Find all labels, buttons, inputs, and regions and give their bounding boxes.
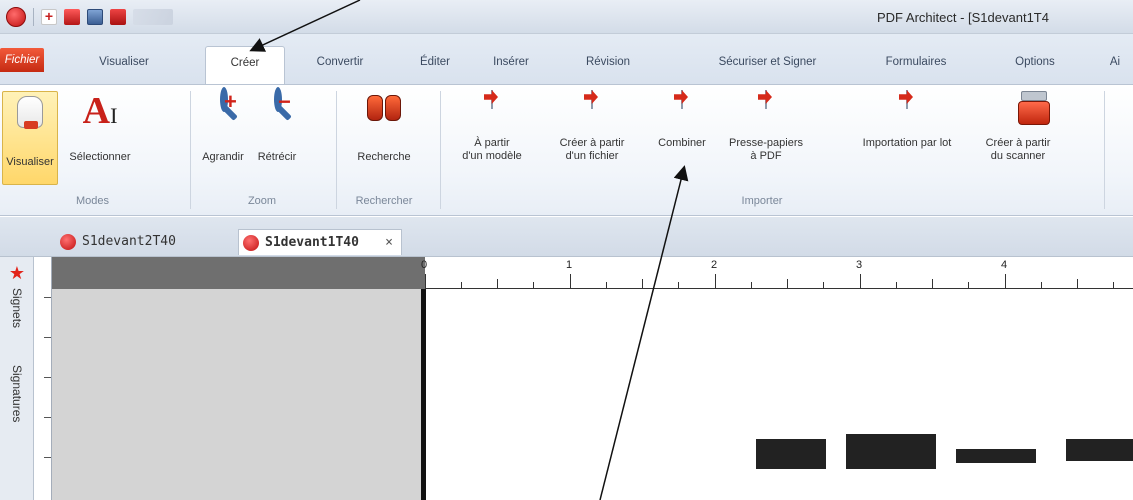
tab-fichier[interactable]: Fichier (0, 48, 44, 72)
ruler-mark: 0 (421, 259, 428, 271)
group-label-rechercher: Rechercher (355, 195, 413, 207)
group-label-importer: Importer (741, 195, 783, 207)
save-icon[interactable] (87, 9, 103, 25)
visualiser-button[interactable]: Visualiser (2, 91, 58, 185)
ruler-mark: 4 (1001, 259, 1008, 271)
retrecir-button-label: Rétrécir (257, 151, 297, 163)
document-tab-s1devant1t40[interactable]: S1devant1T40 × (238, 229, 402, 255)
from-file-button[interactable]: Créer à partir d'un fichier (540, 90, 644, 185)
from-template-button[interactable]: À partir d'un modèle (448, 90, 536, 185)
app-logo-icon[interactable] (6, 7, 26, 27)
side-panel: ★ Signets Signatures (0, 257, 34, 500)
zoom-out-icon: − (257, 87, 297, 131)
batch-import-button-label: Importation par lot (862, 137, 952, 149)
group-separator (1104, 91, 1105, 209)
quick-access-toolbar: + (6, 7, 173, 27)
from-file-button-label: Créer à partir d'un fichier (559, 137, 625, 162)
horizontal-ruler: 0 1 2 3 4 (421, 257, 1133, 289)
tab-formulaires[interactable]: Formulaires (870, 46, 962, 78)
batch-import-icon (887, 90, 927, 131)
batch-import-button[interactable]: Importation par lot (848, 90, 966, 185)
signets-panel-button[interactable]: ★ Signets (3, 263, 31, 328)
close-icon[interactable]: × (385, 230, 393, 256)
zoom-in-icon: + (203, 87, 243, 131)
file-to-pdf-icon (572, 90, 612, 131)
tab-convertir[interactable]: Convertir (305, 46, 375, 78)
tab-editer[interactable]: Éditer (405, 46, 465, 78)
ribbon: Visualiser AI Sélectionner Modes + Agran… (0, 84, 1133, 216)
toolbar-separator (33, 8, 34, 26)
tab-options[interactable]: Options (1000, 46, 1070, 78)
title-bar: + PDF Architect - [S1devant1T4 (0, 0, 1133, 34)
tab-inserer[interactable]: Insérer (480, 46, 542, 78)
combiner-button[interactable]: Combiner (650, 90, 714, 185)
group-separator (440, 91, 441, 209)
retrecir-button[interactable]: − Rétrécir (252, 87, 302, 185)
group-separator (336, 91, 337, 209)
from-scanner-button-label: Créer à partir du scanner (985, 137, 1051, 162)
ribbon-tab-bar: Fichier Visualiser Créer Convertir Édite… (0, 34, 1133, 84)
tab-revision[interactable]: Révision (572, 46, 644, 78)
window-title: PDF Architect - [S1devant1T4 (877, 10, 1049, 25)
new-icon[interactable]: + (41, 9, 57, 25)
agrandir-button-label: Agrandir (202, 151, 244, 163)
tab-creer[interactable]: Créer (205, 46, 285, 84)
recherche-button-label: Recherche (357, 151, 411, 163)
vertical-ruler (34, 257, 52, 500)
visualiser-button-label: Visualiser (6, 156, 54, 168)
clipboard-icon (746, 90, 786, 131)
pdf-icon (60, 234, 76, 250)
scanned-content (846, 434, 936, 469)
tab-visualiser[interactable]: Visualiser (90, 46, 158, 78)
from-scanner-button[interactable]: Créer à partir du scanner (968, 91, 1068, 185)
ruler-mark: 2 (711, 259, 718, 271)
from-template-button-label: À partir d'un modèle (462, 137, 522, 162)
agrandir-button[interactable]: + Agrandir (198, 87, 248, 185)
ruler-mark: 1 (566, 259, 573, 271)
hand-icon (10, 96, 50, 136)
scanned-content (756, 439, 826, 469)
document-tab-label: S1devant1T40 (265, 235, 359, 250)
clipboard-to-pdf-button[interactable]: Presse-papiers à PDF (716, 90, 816, 185)
pdf-page[interactable] (426, 289, 1133, 500)
group-separator (190, 91, 191, 209)
pdf-icon (243, 235, 259, 251)
ruler-mark: 3 (856, 259, 863, 271)
signets-label: Signets (10, 288, 24, 329)
document-workspace[interactable]: 0 1 2 3 4 (34, 257, 1133, 500)
scanned-content (956, 449, 1036, 463)
template-document-icon (472, 90, 512, 131)
combiner-button-label: Combiner (658, 137, 706, 149)
binoculars-icon (364, 91, 404, 131)
document-tab-s1devant2t40[interactable]: S1devant2T40 (56, 229, 176, 255)
document-tab-bar: S1devant2T40 S1devant1T40 × (0, 217, 1133, 257)
signatures-panel-button[interactable]: Signatures (3, 361, 31, 422)
star-icon: ★ (8, 263, 26, 283)
open-icon[interactable] (64, 9, 80, 25)
signatures-label: Signatures (10, 365, 24, 423)
text-select-icon: AI (82, 90, 118, 132)
print-icon[interactable] (110, 9, 126, 25)
combine-documents-icon (662, 90, 702, 131)
scanned-content (1066, 439, 1133, 461)
undo-redo-icon[interactable] (133, 9, 173, 25)
selectionner-button[interactable]: AI Sélectionner (60, 91, 140, 185)
page-background (52, 289, 421, 500)
scanner-icon (998, 91, 1038, 131)
recherche-button[interactable]: Recherche (344, 91, 424, 185)
selectionner-button-label: Sélectionner (69, 151, 131, 163)
group-label-modes: Modes (75, 195, 110, 207)
clipboard-to-pdf-button-label: Presse-papiers à PDF (729, 137, 803, 162)
group-label-zoom: Zoom (247, 195, 277, 207)
document-tab-label: S1devant2T40 (82, 234, 176, 249)
tab-securiser-signer[interactable]: Sécuriser et Signer (680, 46, 855, 78)
ruler-margin (52, 257, 425, 289)
tab-aide[interactable]: Ai (1100, 46, 1130, 78)
